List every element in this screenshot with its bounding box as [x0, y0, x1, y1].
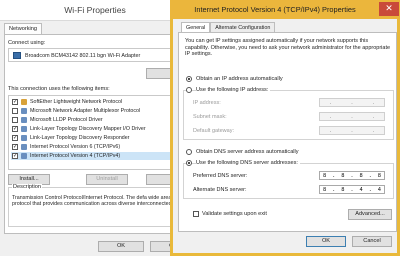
ipv4-properties-window: Internet Protocol Version 4 (TCP/IPv4) P… [170, 0, 400, 256]
ipv4-titlebar: Internet Protocol Version 4 (TCP/IPv4) P… [170, 0, 400, 19]
ipv4-ok-button[interactable]: OK [306, 236, 346, 247]
preferred-dns-octet-2: 8 [341, 172, 345, 179]
protocol-icon [21, 153, 27, 159]
validate-label[interactable]: Validate settings upon exit [202, 211, 267, 217]
default-gateway-input[interactable]: ... [319, 126, 385, 135]
items-label: This connection uses the following items… [8, 86, 110, 92]
protocol-icon [21, 117, 27, 123]
use-dns-label[interactable]: Use the following DNS server addresses: [196, 160, 300, 166]
item-checkbox[interactable]: ✓ [12, 135, 18, 141]
wifi-window-title: Wi-Fi Properties [64, 5, 126, 15]
preferred-dns-label: Preferred DNS server: [193, 173, 248, 179]
item-checkbox[interactable]: ✓ [12, 126, 18, 132]
item-label: SoftEther Lightweight Network Protocol [30, 99, 123, 105]
ipv4-cancel-button[interactable]: Cancel [352, 236, 392, 247]
preferred-dns-octet-4: 8 [377, 172, 382, 179]
subnet-mask-label: Subnet mask: [193, 114, 227, 120]
item-checkbox[interactable]: ✓ [12, 99, 18, 105]
use-ip-label[interactable]: Use the following IP address: [196, 87, 271, 93]
wifi-ok-button[interactable]: OK [98, 241, 144, 252]
ipv4-window-title: Internet Protocol Version 4 (TCP/IPv4) P… [194, 4, 356, 14]
obtain-ip-label[interactable]: Obtain an IP address automatically [196, 76, 283, 82]
validate-checkbox[interactable] [193, 211, 199, 217]
adapter-name: Broadcom BCM43142 802.11 bgn Wi-Fi Adapt… [25, 52, 141, 59]
obtain-ip-radio[interactable] [186, 76, 192, 82]
alternate-dns-octet-3: 4 [359, 186, 363, 193]
item-checkbox[interactable]: ✓ [12, 144, 18, 150]
close-icon[interactable]: ✕ [379, 2, 399, 16]
protocol-icon [21, 99, 27, 105]
general-panel: You can get IP settings assigned automat… [178, 32, 397, 232]
uninstall-button[interactable]: Uninstall [86, 174, 128, 185]
use-dns-radio[interactable] [186, 160, 192, 166]
item-label: Link-Layer Topology Discovery Mapper I/O… [30, 126, 146, 132]
subnet-mask-input[interactable]: ... [319, 112, 385, 121]
item-label: Internet Protocol Version 4 (TCP/IPv4) [30, 153, 121, 159]
item-label: Internet Protocol Version 6 (TCP/IPv6) [30, 144, 121, 150]
item-label: Microsoft Network Adapter Multiplexor Pr… [30, 108, 141, 114]
preferred-dns-input[interactable]: 8. 8. 8. 8 [319, 171, 385, 180]
protocol-icon [21, 108, 27, 114]
alternate-dns-input[interactable]: 8. 8. 4. 4 [319, 185, 385, 194]
obtain-dns-label[interactable]: Obtain DNS server address automatically [196, 149, 299, 155]
alternate-dns-octet-4: 4 [377, 186, 382, 193]
alternate-dns-octet-1: 8 [322, 186, 327, 193]
item-checkbox[interactable] [12, 108, 18, 114]
item-label: Link-Layer Topology Discovery Responder [30, 135, 130, 141]
item-checkbox[interactable] [12, 117, 18, 123]
network-adapter-icon [13, 52, 21, 59]
ip-address-input[interactable]: ... [319, 98, 385, 107]
preferred-dns-octet-1: 8 [322, 172, 327, 179]
alternate-dns-label: Alternate DNS server: [193, 187, 247, 193]
obtain-dns-radio[interactable] [186, 149, 192, 155]
connect-using-label: Connect using: [8, 40, 46, 46]
item-checkbox[interactable]: ✓ [12, 153, 18, 159]
info-text: You can get IP settings assigned automat… [185, 38, 391, 58]
protocol-icon [21, 144, 27, 150]
item-label: Microsoft LLDP Protocol Driver [30, 117, 103, 123]
protocol-icon [21, 135, 27, 141]
protocol-icon [21, 126, 27, 132]
preferred-dns-octet-3: 8 [359, 172, 363, 179]
ip-address-label: IP address: [193, 100, 221, 106]
use-ip-radio[interactable] [186, 87, 192, 93]
alternate-dns-octet-2: 8 [341, 186, 345, 193]
description-legend: Description [12, 184, 42, 190]
default-gateway-label: Default gateway: [193, 128, 234, 134]
advanced-button[interactable]: Advanced... [348, 209, 392, 220]
